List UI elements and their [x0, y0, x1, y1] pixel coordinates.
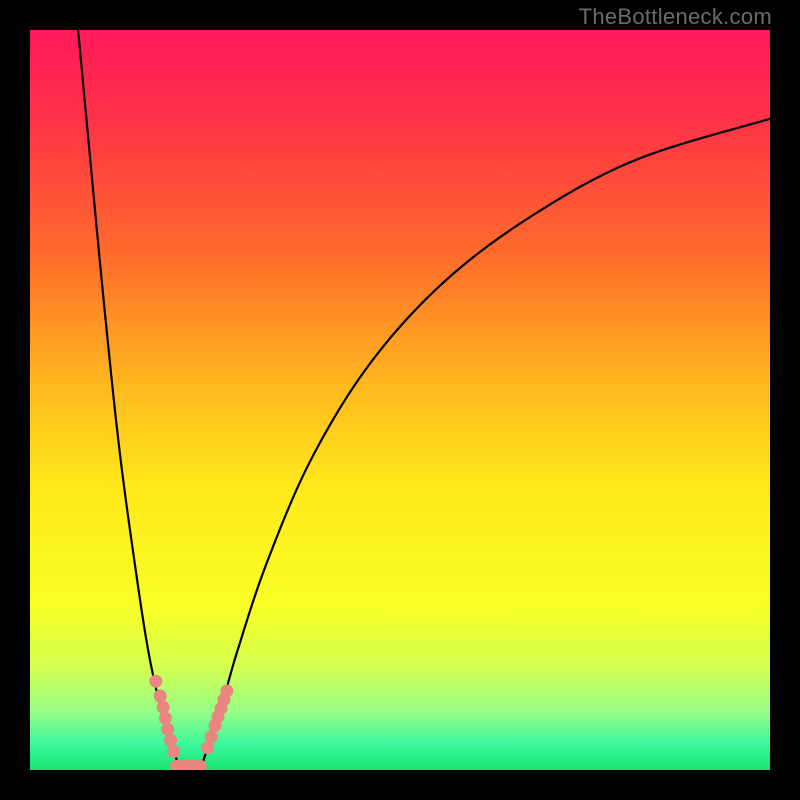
data-point — [159, 712, 172, 725]
data-point — [164, 734, 177, 747]
data-point — [167, 745, 180, 758]
scatter-points — [149, 675, 233, 770]
data-point — [154, 690, 167, 703]
right-branch-curve — [200, 119, 770, 770]
chart-frame: TheBottleneck.com — [0, 0, 800, 800]
data-point — [205, 730, 218, 743]
data-point — [201, 741, 214, 754]
watermark-text: TheBottleneck.com — [579, 4, 772, 30]
chart-curves — [30, 30, 770, 770]
left-branch-curve — [78, 30, 182, 770]
data-point — [157, 701, 170, 714]
data-point — [220, 684, 233, 697]
plot-area — [30, 30, 770, 770]
data-point — [149, 675, 162, 688]
data-point — [161, 723, 174, 736]
